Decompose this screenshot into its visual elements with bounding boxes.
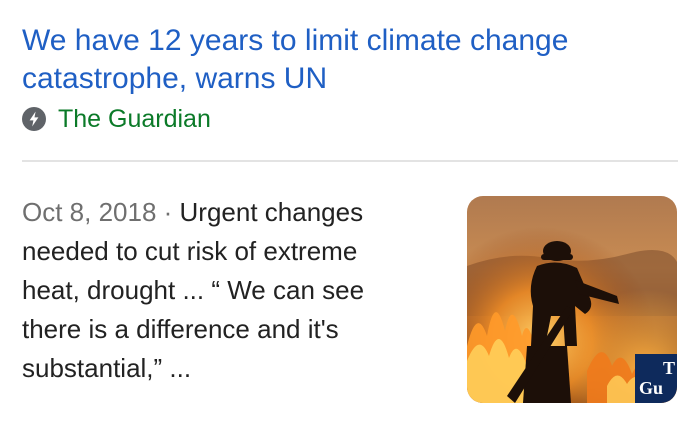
guardian-logo-line2: Gu bbox=[639, 378, 663, 398]
guardian-logo-line1: T bbox=[663, 358, 675, 378]
amp-lightning-icon bbox=[22, 107, 46, 131]
article-thumbnail[interactable]: T Gu bbox=[467, 196, 677, 403]
source-row: The Guardian bbox=[22, 104, 211, 134]
firefighter-wildfire-photo-icon: T Gu bbox=[467, 196, 677, 403]
source-name[interactable]: The Guardian bbox=[58, 104, 211, 134]
date-separator: · bbox=[156, 197, 180, 227]
publish-date: Oct 8, 2018 bbox=[22, 197, 157, 227]
article-headline-link[interactable]: We have 12 years to limit climate change… bbox=[22, 22, 662, 98]
article-snippet: Oct 8, 2018 · Urgent changes needed to c… bbox=[22, 193, 412, 388]
divider bbox=[22, 160, 678, 162]
news-result-card: We have 12 years to limit climate change… bbox=[0, 0, 700, 425]
